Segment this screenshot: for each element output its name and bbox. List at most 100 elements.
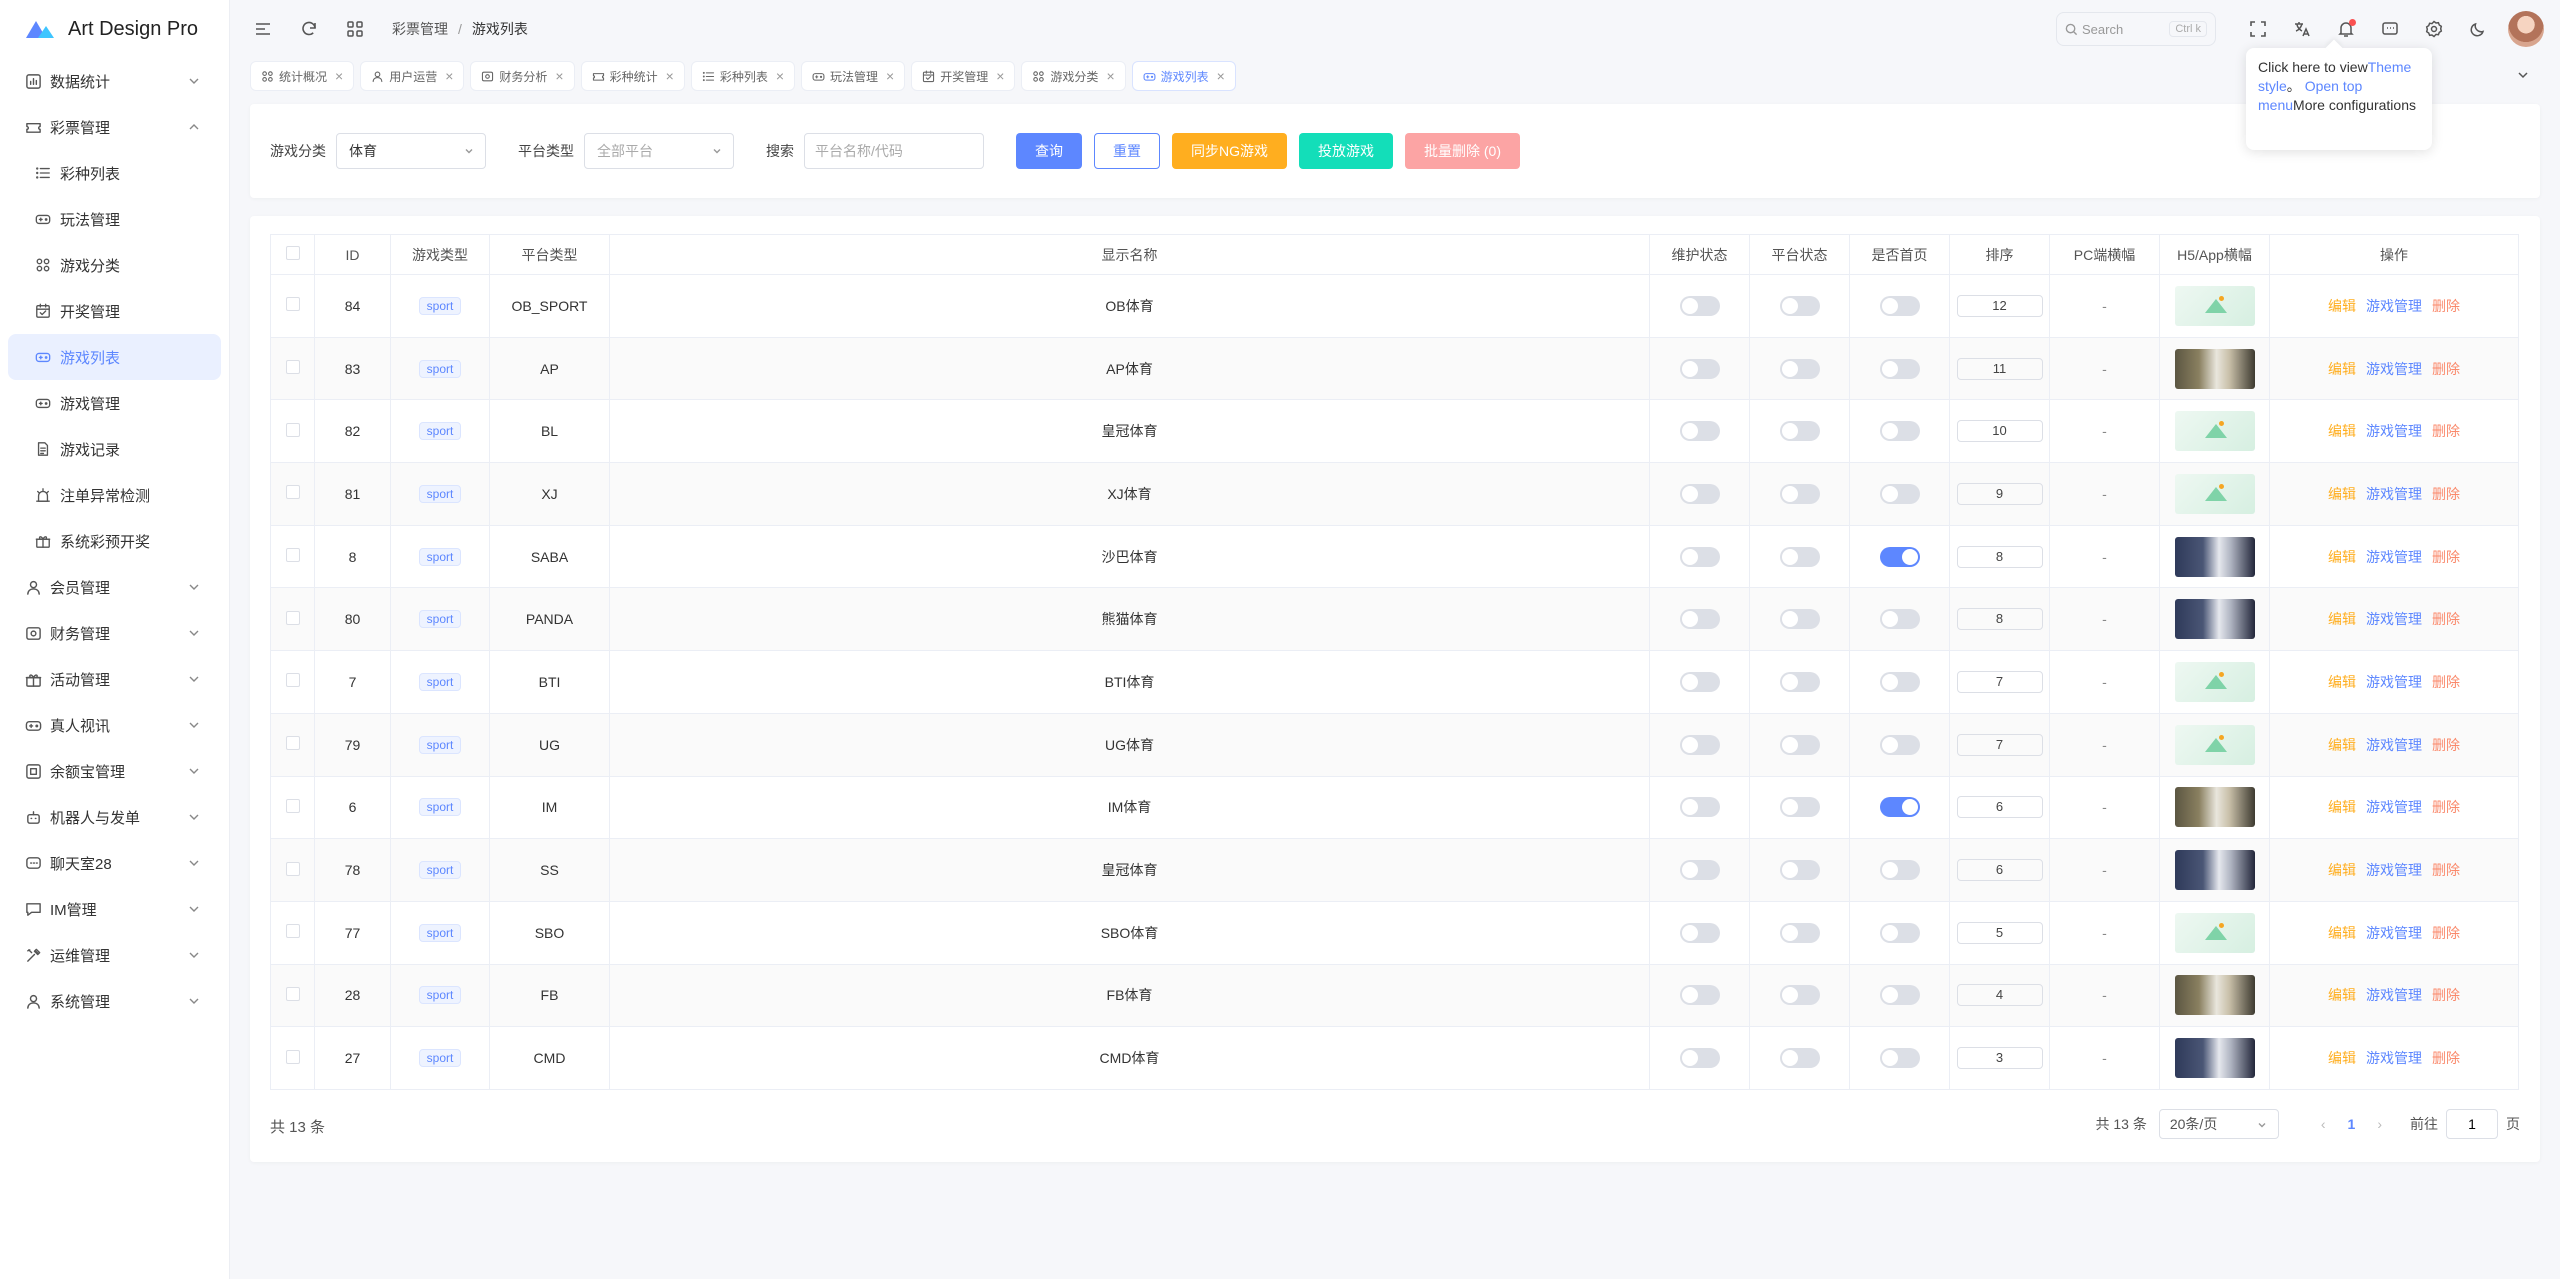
sort-input[interactable]: 7 xyxy=(1956,733,2043,756)
platform-status-switch[interactable] xyxy=(1779,358,1820,379)
sidebar-item[interactable]: 财务管理 xyxy=(8,610,221,656)
apps-grid-icon[interactable] xyxy=(332,6,378,52)
game-manage-link[interactable]: 游戏管理 xyxy=(2366,674,2422,690)
row-checkbox[interactable] xyxy=(285,1049,300,1064)
row-checkbox[interactable] xyxy=(285,736,300,751)
page-number-current[interactable]: 1 xyxy=(2348,1116,2356,1132)
sort-input[interactable]: 3 xyxy=(1956,1047,2043,1070)
worktab[interactable]: 用户运营 × xyxy=(360,61,465,91)
maintenance-switch[interactable] xyxy=(1679,483,1720,504)
homepage-switch[interactable] xyxy=(1879,546,1920,567)
homepage-switch[interactable] xyxy=(1879,483,1920,504)
game-manage-link[interactable]: 游戏管理 xyxy=(2366,361,2422,377)
game-manage-link[interactable]: 游戏管理 xyxy=(2366,611,2422,627)
sidebar-item[interactable]: 会员管理 xyxy=(8,564,221,610)
refresh-icon[interactable] xyxy=(286,6,332,52)
search-input[interactable] xyxy=(804,133,984,169)
homepage-switch[interactable] xyxy=(1879,734,1920,755)
row-checkbox[interactable] xyxy=(285,986,300,1001)
homepage-switch[interactable] xyxy=(1879,295,1920,316)
edit-link[interactable]: 编辑 xyxy=(2328,737,2356,753)
platform-status-switch[interactable] xyxy=(1779,421,1820,442)
row-checkbox[interactable] xyxy=(285,297,300,312)
game-manage-link[interactable]: 游戏管理 xyxy=(2366,925,2422,941)
row-checkbox[interactable] xyxy=(285,360,300,375)
close-icon[interactable]: × xyxy=(445,68,453,84)
platform-status-switch[interactable] xyxy=(1779,671,1820,692)
maintenance-switch[interactable] xyxy=(1679,295,1720,316)
maintenance-switch[interactable] xyxy=(1679,1048,1720,1069)
h5-banner-image[interactable] xyxy=(2174,975,2255,1016)
sidebar-subitem[interactable]: 游戏列表 xyxy=(8,334,221,380)
close-icon[interactable]: × xyxy=(776,68,784,84)
maintenance-switch[interactable] xyxy=(1679,860,1720,881)
sort-input[interactable]: 9 xyxy=(1956,482,2043,505)
homepage-switch[interactable] xyxy=(1879,922,1920,943)
sort-input[interactable]: 6 xyxy=(1956,859,2043,882)
game-manage-link[interactable]: 游戏管理 xyxy=(2366,486,2422,502)
homepage-switch[interactable] xyxy=(1879,860,1920,881)
h5-banner-image[interactable] xyxy=(2174,536,2255,577)
maintenance-switch[interactable] xyxy=(1679,609,1720,630)
sidebar-subitem[interactable]: 开奖管理 xyxy=(8,288,221,334)
category-select[interactable]: 体育 xyxy=(336,133,486,169)
goto-page-input[interactable] xyxy=(2446,1109,2498,1139)
worktab[interactable]: 统计概况 × xyxy=(250,61,355,91)
game-manage-link[interactable]: 游戏管理 xyxy=(2366,737,2422,753)
prev-page-icon[interactable]: ‹ xyxy=(2321,1116,2326,1132)
sidebar-subitem[interactable]: 游戏分类 xyxy=(8,242,221,288)
page-size-select[interactable]: 20条/页 xyxy=(2158,1109,2279,1139)
maintenance-switch[interactable] xyxy=(1679,922,1720,943)
platform-status-switch[interactable] xyxy=(1779,922,1820,943)
edit-link[interactable]: 编辑 xyxy=(2328,361,2356,377)
delete-link[interactable]: 删除 xyxy=(2432,925,2460,941)
moon-icon[interactable] xyxy=(2456,6,2500,52)
homepage-switch[interactable] xyxy=(1879,671,1920,692)
settings-gear-icon[interactable] xyxy=(2412,6,2456,52)
h5-banner-image[interactable] xyxy=(2174,724,2255,765)
select-all-checkbox[interactable] xyxy=(285,246,300,260)
game-manage-link[interactable]: 游戏管理 xyxy=(2366,987,2422,1003)
worktab[interactable]: 开奖管理 × xyxy=(911,61,1016,91)
h5-banner-image[interactable] xyxy=(2174,787,2255,828)
homepage-switch[interactable] xyxy=(1879,1048,1920,1069)
sort-input[interactable]: 11 xyxy=(1956,357,2043,380)
maintenance-switch[interactable] xyxy=(1679,797,1720,818)
sort-input[interactable]: 8 xyxy=(1956,545,2043,568)
row-checkbox[interactable] xyxy=(285,422,300,437)
platform-status-switch[interactable] xyxy=(1779,609,1820,630)
sync-ng-games-button[interactable]: 同步NG游戏 xyxy=(1172,133,1287,169)
translate-icon[interactable] xyxy=(2280,6,2324,52)
platform-status-switch[interactable] xyxy=(1779,797,1820,818)
sidebar-subitem[interactable]: 系统彩预开奖 xyxy=(8,518,221,564)
next-page-icon[interactable]: › xyxy=(2377,1116,2382,1132)
row-checkbox[interactable] xyxy=(285,798,300,813)
game-manage-link[interactable]: 游戏管理 xyxy=(2366,298,2422,314)
delete-link[interactable]: 删除 xyxy=(2432,486,2460,502)
homepage-switch[interactable] xyxy=(1879,797,1920,818)
sidebar-item[interactable]: 系统管理 xyxy=(8,978,221,1024)
close-icon[interactable]: × xyxy=(1106,68,1114,84)
worktab[interactable]: 彩种统计 × xyxy=(580,61,685,91)
sidebar-subitem[interactable]: 游戏管理 xyxy=(8,380,221,426)
maintenance-switch[interactable] xyxy=(1679,671,1720,692)
user-avatar[interactable] xyxy=(2508,11,2544,47)
game-manage-link[interactable]: 游戏管理 xyxy=(2366,1050,2422,1066)
delete-link[interactable]: 删除 xyxy=(2432,549,2460,565)
h5-banner-image[interactable] xyxy=(2174,1038,2255,1079)
edit-link[interactable]: 编辑 xyxy=(2328,611,2356,627)
worktab[interactable]: 游戏列表 × xyxy=(1131,61,1236,91)
platform-status-switch[interactable] xyxy=(1779,295,1820,316)
row-checkbox[interactable] xyxy=(285,485,300,500)
sidebar-subitem[interactable]: 彩种列表 xyxy=(8,150,221,196)
delete-link[interactable]: 删除 xyxy=(2432,799,2460,815)
platform-status-switch[interactable] xyxy=(1779,483,1820,504)
close-icon[interactable]: × xyxy=(1217,68,1225,84)
delete-link[interactable]: 删除 xyxy=(2432,987,2460,1003)
app-logo[interactable]: Art Design Pro xyxy=(0,0,229,58)
homepage-switch[interactable] xyxy=(1879,421,1920,442)
close-icon[interactable]: × xyxy=(555,68,563,84)
h5-banner-image[interactable] xyxy=(2174,850,2255,891)
platform-status-switch[interactable] xyxy=(1779,1048,1820,1069)
edit-link[interactable]: 编辑 xyxy=(2328,862,2356,878)
